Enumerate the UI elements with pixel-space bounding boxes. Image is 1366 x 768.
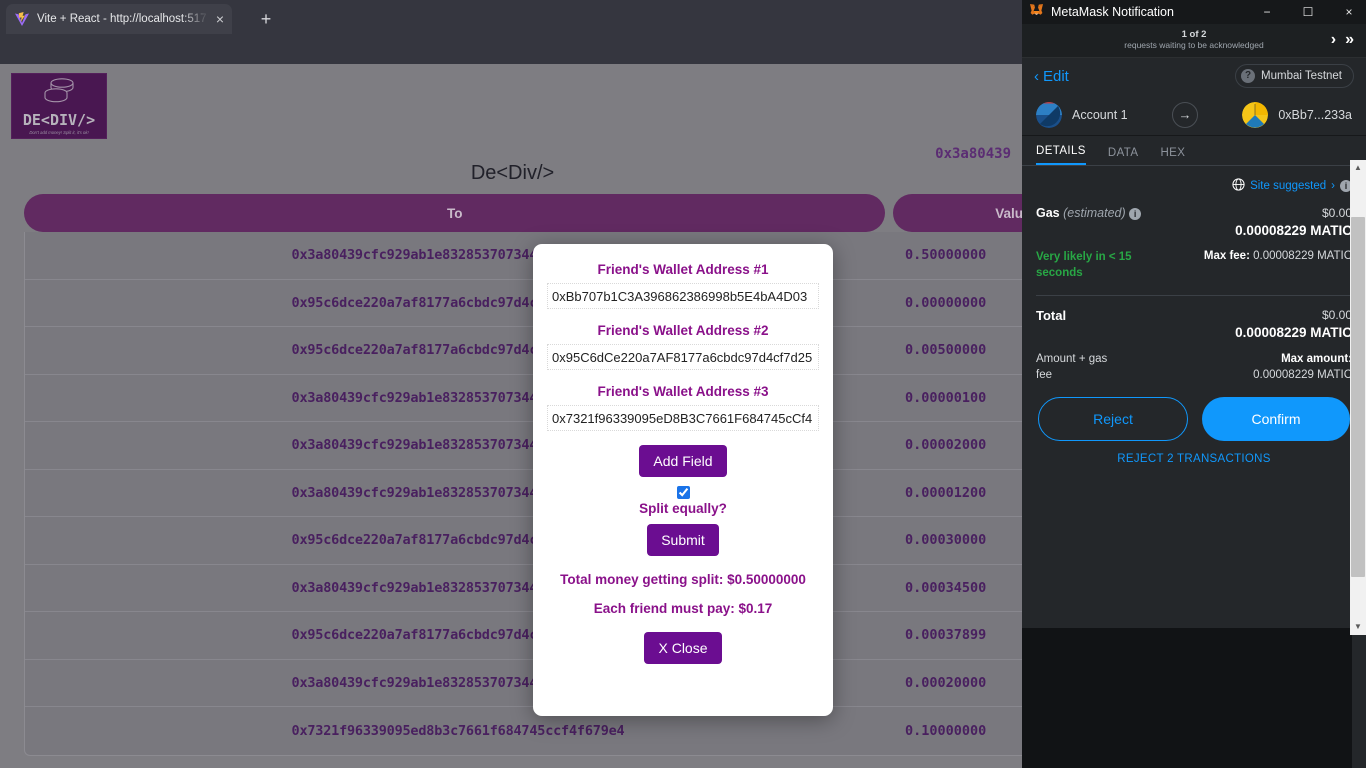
site-suggested-label: Site suggested <box>1250 180 1327 192</box>
new-tab-button[interactable]: + <box>254 8 278 32</box>
total-split-text: Total money getting split: $0.50000000 <box>560 572 806 587</box>
scroll-down-arrow-icon[interactable]: ▼ <box>1350 619 1366 635</box>
transaction-details: Site suggested › i Gas (estimated) i $0.… <box>1022 166 1366 383</box>
wallet-address-input-2[interactable] <box>547 344 819 370</box>
maximize-button[interactable]: ☐ <box>1291 0 1325 24</box>
metamask-bottom-fill <box>1022 628 1352 768</box>
detail-divider <box>1036 295 1352 297</box>
scroll-up-arrow-icon[interactable]: ▲ <box>1350 160 1366 176</box>
pending-requests-bar: 1 of 2 requests waiting to be acknowledg… <box>1022 24 1366 58</box>
wallet-address-input-1[interactable] <box>547 283 819 309</box>
browser-toolbar: ! localhost:5173 <box>0 34 1025 96</box>
request-subtitle: requests waiting to be acknowledged <box>1124 40 1264 51</box>
network-selector[interactable]: ? Mumbai Testnet <box>1235 64 1354 88</box>
close-button[interactable]: × <box>1332 0 1366 24</box>
amount-gas-row: Amount + gas fee Max amount: 0.00008229 … <box>1036 352 1352 383</box>
site-suggested-row[interactable]: Site suggested › i <box>1036 178 1352 194</box>
from-account-name: Account 1 <box>1072 107 1128 122</box>
close-modal-button[interactable]: X Close <box>644 632 722 664</box>
browser-tab[interactable]: Vite + React - http://localhost:517 × <box>6 4 232 34</box>
split-equally-label: Split equally? <box>639 501 727 516</box>
max-fee-group: Max fee: 0.00008229 MATIC <box>1204 250 1352 262</box>
gas-usd: $0.00 <box>1321 206 1352 220</box>
from-account-avatar <box>1036 101 1062 128</box>
globe-icon <box>1232 178 1245 194</box>
metamask-window-title: MetaMask Notification <box>1051 5 1174 19</box>
gas-speed-row: Very likely in < 15 seconds Max fee: 0.0… <box>1036 250 1352 281</box>
skip-all-requests-icon[interactable]: » <box>1345 31 1354 49</box>
max-fee-label: Max fee: <box>1203 250 1250 262</box>
total-row: Total $0.00 0.00008229 MATIC <box>1036 308 1352 340</box>
total-usd: $0.00 <box>1321 308 1352 323</box>
metamask-body: 1 of 2 requests waiting to be acknowledg… <box>1022 24 1366 768</box>
tab-data[interactable]: DATA <box>1108 147 1139 165</box>
gas-label-group: Gas (estimated) i <box>1036 206 1142 220</box>
gas-row: Gas (estimated) i $0.00 0.00008229 MATIC <box>1036 206 1352 238</box>
max-fee-value: 0.00008229 MATIC <box>1253 250 1352 262</box>
metamask-notification-window: MetaMask Notification − ☐ × 1 of 2 reque… <box>1022 0 1366 768</box>
metamask-scrollbar[interactable]: ▲ ▼ <box>1350 160 1366 635</box>
max-amount-group: Max amount: 0.00008229 MATIC <box>1253 352 1352 383</box>
split-bill-modal: Friend's Wallet Address #1 Friend's Walle… <box>533 244 833 716</box>
edit-network-row: ‹ Edit ? Mumbai Testnet <box>1022 58 1366 94</box>
network-icon: ? <box>1241 69 1256 83</box>
chevron-right-icon: › <box>1331 180 1335 192</box>
wallet-address-input-3[interactable] <box>547 405 819 431</box>
chevron-left-icon: ‹ <box>1034 67 1039 85</box>
gas-info-icon[interactable]: i <box>1129 208 1142 220</box>
to-account-address: 0xBb7...233a <box>1278 107 1353 122</box>
minimize-button[interactable]: − <box>1250 0 1284 24</box>
tab-details[interactable]: DETAILS <box>1036 145 1086 165</box>
confirm-button[interactable]: Confirm <box>1202 397 1350 442</box>
account-transfer-row: Account 1 → 0xBb7...233a <box>1022 94 1366 136</box>
add-field-button[interactable]: Add Field <box>639 445 727 477</box>
network-name: Mumbai Testnet <box>1261 70 1342 82</box>
submit-button[interactable]: Submit <box>647 524 719 556</box>
modal-scrim[interactable] <box>0 64 1025 768</box>
browser-window: Vite + React - http://localhost:517 × + … <box>0 0 1025 768</box>
wallet-address-label-2: Friend's Wallet Address #2 <box>597 323 769 338</box>
scrollbar-thumb[interactable] <box>1351 217 1365 577</box>
web-page-content: DE<DIV/> Don't add money! Split it, it's… <box>0 64 1025 768</box>
max-amount-label: Max amount: <box>1281 353 1352 366</box>
metamask-fox-icon <box>1029 2 1044 22</box>
edit-label: Edit <box>1043 67 1069 85</box>
transfer-arrow-icon: → <box>1171 101 1198 128</box>
scrollbar-gap <box>1350 144 1366 160</box>
confirm-actions: Reject Confirm <box>1022 383 1366 442</box>
edit-button[interactable]: ‹ Edit <box>1034 68 1069 85</box>
tab-strip: Vite + React - http://localhost:517 × + <box>0 0 1025 34</box>
max-amount-value: 0.00008229 MATIC <box>1253 368 1352 381</box>
gas-label: Gas <box>1036 206 1060 220</box>
tab-hex[interactable]: HEX <box>1160 147 1185 165</box>
wallet-address-fields: Friend's Wallet Address #1 Friend's Walle… <box>547 262 819 445</box>
tab-title: Vite + React - http://localhost:517 <box>37 13 207 25</box>
wallet-address-label-3: Friend's Wallet Address #3 <box>597 384 769 399</box>
wallet-address-label-1: Friend's Wallet Address #1 <box>597 262 769 277</box>
total-amount: 0.00008229 MATIC <box>1235 325 1352 341</box>
next-request-icon[interactable]: › <box>1331 31 1336 49</box>
reject-button[interactable]: Reject <box>1038 397 1188 442</box>
gas-speed-text: Very likely in < 15 seconds <box>1036 251 1132 279</box>
gas-amount: 0.00008229 MATIC <box>1235 223 1352 238</box>
vite-logo-icon <box>14 11 30 27</box>
metamask-title-bar: MetaMask Notification − ☐ × <box>1022 0 1366 24</box>
split-equally-checkbox[interactable] <box>676 486 690 499</box>
to-account-avatar <box>1242 101 1269 128</box>
total-label: Total <box>1036 308 1067 324</box>
amount-gas-label: Amount + gas fee <box>1036 353 1108 381</box>
each-friend-pay-text: Each friend must pay: $0.17 <box>593 601 773 616</box>
gas-estimated-label: (estimated) <box>1063 206 1126 220</box>
close-icon[interactable]: × <box>216 12 224 26</box>
metamask-tabs: DETAILS DATA HEX <box>1022 136 1366 166</box>
reject-all-transactions-link[interactable]: REJECT 2 TRANSACTIONS <box>1022 453 1366 465</box>
